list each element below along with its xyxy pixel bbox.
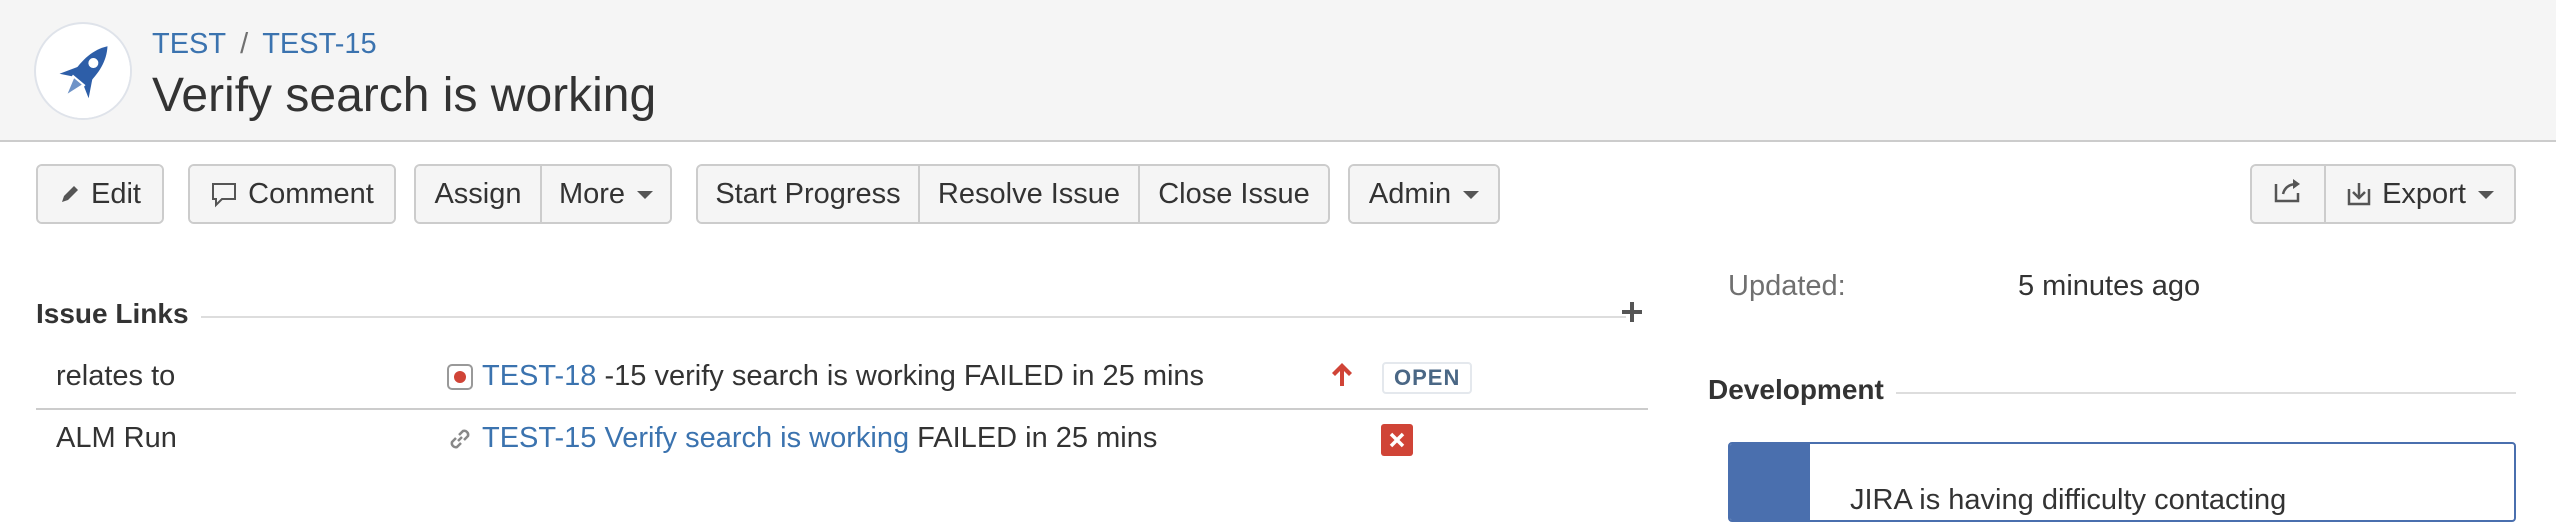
- chevron-down-icon: [1463, 191, 1480, 199]
- panel-accent-stripe: [1730, 444, 1810, 520]
- breadcrumb-issue-link[interactable]: TEST-15: [262, 28, 376, 60]
- remote-link-suffix: FAILED in 25 mins: [917, 422, 1158, 454]
- more-label: More: [558, 177, 626, 210]
- workflow-group: Start Progress Resolve Issue Close Issue: [696, 164, 1330, 224]
- failed-close-icon: [1381, 424, 1413, 456]
- comment-label: Comment: [248, 177, 374, 210]
- chain-link-icon: [446, 425, 474, 453]
- comment-group: Comment: [188, 164, 396, 224]
- more-button[interactable]: More: [540, 166, 670, 222]
- close-issue-button[interactable]: Close Issue: [1138, 166, 1328, 222]
- comment-button[interactable]: Comment: [190, 166, 394, 222]
- page-title: Verify search is working: [152, 69, 657, 122]
- share-button[interactable]: [2252, 166, 2324, 222]
- issue-links-heading: Issue Links: [36, 298, 201, 330]
- edit-label: Edit: [91, 177, 141, 210]
- linked-issue-key[interactable]: TEST-18: [482, 360, 596, 393]
- share-export-group: Export: [2250, 164, 2516, 224]
- edit-button[interactable]: Edit: [38, 166, 162, 222]
- pencil-icon: [59, 183, 81, 205]
- link-relation: relates to: [56, 360, 176, 392]
- project-avatar[interactable]: [34, 22, 132, 120]
- export-label: Export: [2382, 177, 2466, 210]
- priority-arrow-up-icon: [1330, 360, 1354, 388]
- development-message-panel: JIRA is having difficulty contacting: [1728, 442, 2516, 522]
- updated-label: Updated:: [1728, 270, 1846, 302]
- export-button[interactable]: Export: [2324, 166, 2514, 222]
- admin-button[interactable]: Admin: [1350, 166, 1498, 222]
- admin-label: Admin: [1368, 177, 1452, 210]
- breadcrumb-separator: /: [240, 28, 249, 60]
- breadcrumb: TEST / TEST-15: [152, 26, 377, 62]
- issue-header: TEST / TEST-15 Verify search is working: [0, 0, 2556, 142]
- bug-icon: [446, 363, 474, 391]
- link-relation: ALM Run: [56, 422, 177, 454]
- breadcrumb-project-link[interactable]: TEST: [152, 28, 226, 60]
- edit-group: Edit: [36, 164, 164, 224]
- comment-icon: [210, 180, 238, 208]
- updated-value: 5 minutes ago: [2018, 270, 2201, 302]
- development-message: JIRA is having difficulty contacting: [1850, 484, 2287, 516]
- development-heading: Development: [1708, 374, 1896, 406]
- admin-group: Admin: [1348, 164, 1500, 224]
- start-progress-button[interactable]: Start Progress: [698, 166, 918, 222]
- issue-links-rule: [36, 316, 1626, 318]
- resolve-issue-button[interactable]: Resolve Issue: [918, 166, 1138, 222]
- status-badge: OPEN: [1382, 362, 1473, 394]
- chevron-down-icon: [637, 191, 654, 199]
- assign-button[interactable]: Assign: [416, 166, 540, 222]
- rocket-icon: [38, 26, 130, 118]
- download-icon: [2346, 181, 2372, 207]
- remote-link-text[interactable]: TEST-15 Verify search is working: [482, 422, 909, 455]
- chevron-down-icon: [2477, 191, 2494, 199]
- linked-issue-summary: -15 verify search is working FAILED in 2…: [604, 360, 1205, 392]
- add-link-icon[interactable]: [1620, 300, 1644, 324]
- linked-issue: TEST-18 -15 verify search is working FAI…: [446, 360, 1204, 393]
- remote-link: TEST-15 Verify search is working FAILED …: [446, 422, 1157, 455]
- assign-more-group: Assign More: [414, 164, 672, 224]
- share-icon: [2273, 176, 2303, 212]
